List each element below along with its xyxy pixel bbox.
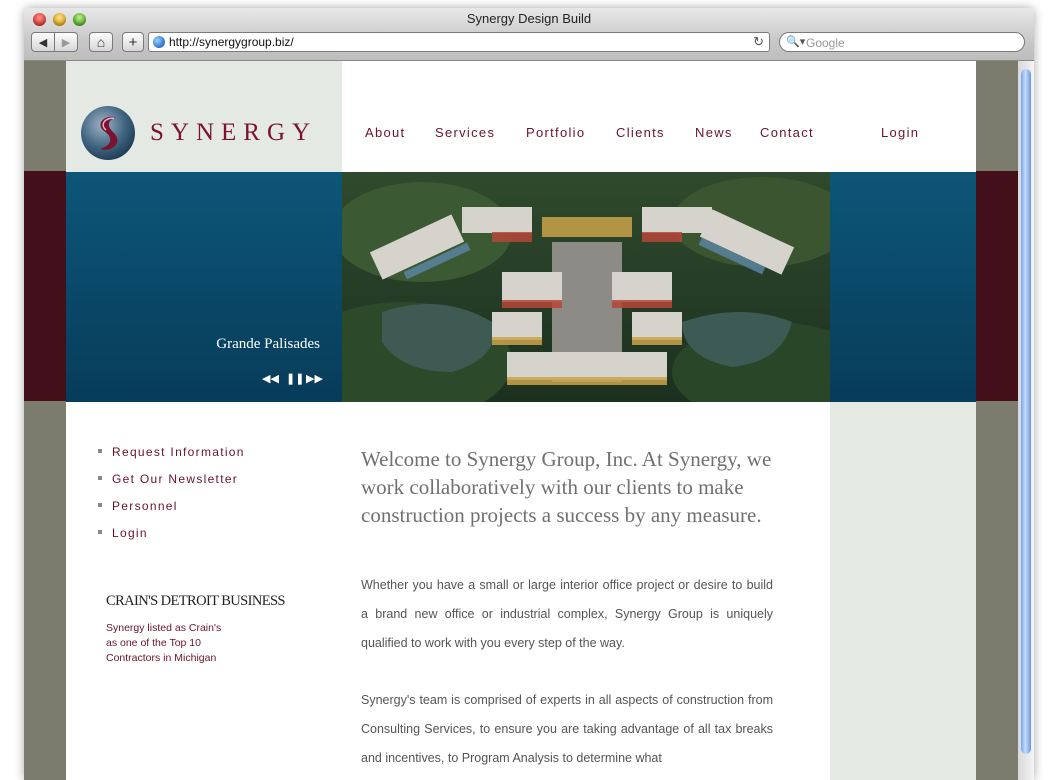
right-accent-band — [976, 171, 1018, 401]
side-link-label: Get Our Newsletter — [112, 472, 239, 486]
forward-button[interactable]: ▶ — [54, 32, 78, 52]
side-link-label: Request Information — [112, 445, 245, 459]
home-icon: ⌂ — [96, 34, 106, 50]
fast-forward-icon[interactable]: ▶▶ — [306, 372, 323, 385]
site-container: SYNERGY About Services Portfolio Clients… — [66, 61, 976, 780]
nav-about[interactable]: About — [365, 125, 405, 140]
url-text: http://synergygroup.biz/ — [169, 35, 294, 49]
side-link-label: Personnel — [112, 499, 178, 513]
building-aerial-image — [342, 172, 830, 402]
hero-caption: Grande Palisades — [216, 336, 320, 352]
forward-arrow-icon: ▶ — [61, 36, 71, 49]
search-icon: 🔍▾ — [786, 36, 806, 48]
bullet-icon — [98, 502, 102, 507]
slideshow-controls: ◀◀ ❚❚ ▶▶ — [262, 372, 326, 388]
rewind-icon[interactable]: ◀◀ — [262, 372, 279, 385]
crains-note: Synergy listed as Crain's as one of the … — [106, 621, 221, 666]
side-link-newsletter[interactable]: Get Our Newsletter — [98, 472, 238, 486]
side-link-request-information[interactable]: Request Information — [98, 445, 245, 459]
search-placeholder: Google — [806, 36, 845, 50]
nav-news[interactable]: News — [695, 125, 733, 140]
left-accent-band — [24, 171, 66, 401]
hero-right-panel — [830, 172, 976, 402]
nav-services[interactable]: Services — [435, 125, 495, 140]
welcome-heading: Welcome to Synergy Group, Inc. At Synerg… — [361, 447, 772, 527]
scrollbar-thumb[interactable] — [1021, 69, 1031, 754]
bullet-icon — [98, 448, 102, 453]
intro-paragraph: Whether you have a small or large interi… — [361, 578, 773, 650]
bullet-icon — [98, 529, 102, 534]
team-paragraph: Synergy's team is comprised of experts i… — [361, 693, 773, 765]
browser-window: Synergy Design Build ◀ ▶ ⌂ + http://syne… — [24, 8, 1034, 780]
vertical-scrollbar[interactable] — [1018, 61, 1034, 780]
logo-wordmark: SYNERGY — [150, 119, 318, 146]
hero-photo — [342, 172, 830, 402]
synergy-logo-icon — [81, 106, 135, 160]
globe-icon — [153, 36, 165, 48]
address-bar[interactable]: http://synergygroup.biz/ ↻ — [148, 32, 770, 52]
bullet-icon — [98, 475, 102, 480]
pause-icon[interactable]: ❚❚ — [286, 372, 304, 385]
plus-icon: + — [128, 33, 138, 51]
title-bar: Synergy Design Build ◀ ▶ ⌂ + http://syne… — [24, 8, 1034, 61]
crains-detroit-business-logo[interactable]: CRAIN'S DETROIT BUSINESS — [106, 593, 285, 610]
back-arrow-icon: ◀ — [38, 36, 48, 49]
home-button[interactable]: ⌂ — [89, 32, 113, 52]
logo-panel[interactable]: SYNERGY — [66, 61, 342, 172]
right-sidebar — [830, 402, 976, 780]
hero-caption-panel: Grande Palisades ◀◀ ❚❚ ▶▶ — [66, 172, 342, 402]
back-button[interactable]: ◀ — [31, 32, 55, 52]
nav-portfolio[interactable]: Portfolio — [526, 125, 585, 140]
search-field[interactable]: 🔍▾ Google — [779, 32, 1025, 52]
side-link-personnel[interactable]: Personnel — [98, 499, 178, 513]
add-bookmark-button[interactable]: + — [122, 32, 144, 52]
reload-icon[interactable]: ↻ — [753, 34, 764, 50]
page-viewport: SYNERGY About Services Portfolio Clients… — [24, 61, 1018, 780]
nav-contact[interactable]: Contact — [760, 125, 814, 140]
crains-note-line: Synergy listed as Crain's — [106, 622, 222, 634]
side-link-login[interactable]: Login — [98, 526, 148, 540]
nav-login[interactable]: Login — [881, 125, 919, 140]
crains-note-line: Contractors in Michigan — [106, 652, 217, 664]
window-title: Synergy Design Build — [466, 11, 592, 26]
nav-clients[interactable]: Clients — [616, 125, 665, 140]
crains-note-line: as one of the Top 10 — [106, 637, 201, 649]
side-link-label: Login — [112, 526, 148, 540]
